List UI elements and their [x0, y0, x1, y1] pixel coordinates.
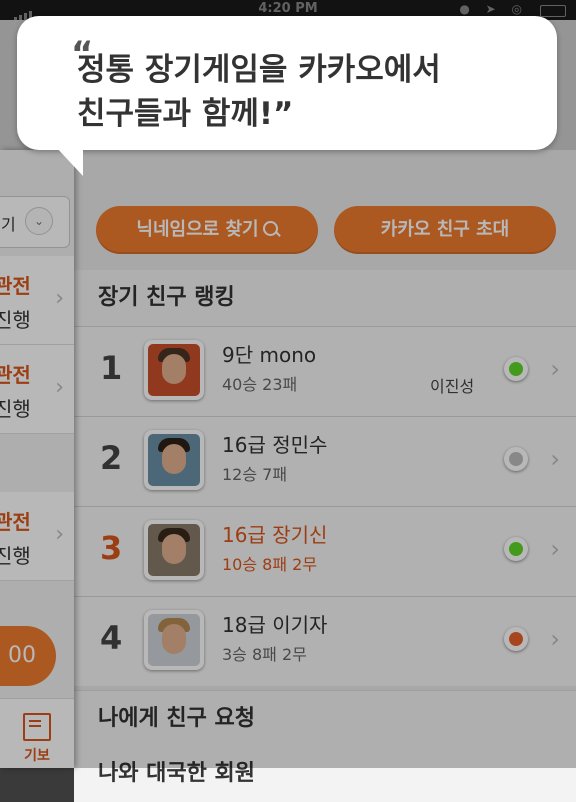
intro-tooltip[interactable]: “ 정통 장기게임을 카카오에서 친구들과 함께!”: [17, 16, 557, 176]
tooltip-line-2: 친구들과 함께!”: [77, 96, 294, 132]
tooltip-line-1: 정통 장기게임을 카카오에서: [77, 52, 441, 88]
